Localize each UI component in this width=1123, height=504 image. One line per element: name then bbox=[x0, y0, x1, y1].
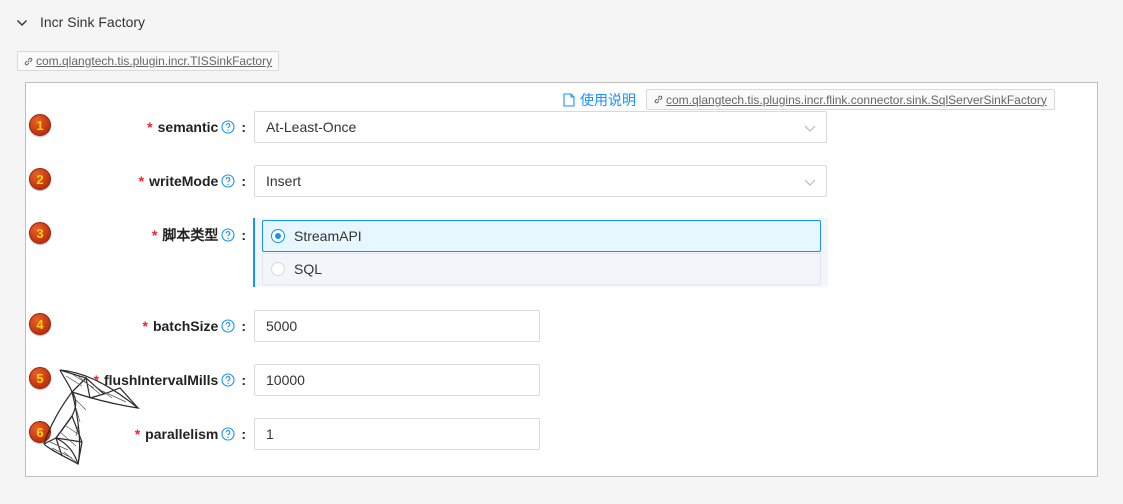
plugin-extension-tag[interactable]: com.qlangtech.tis.plugin.incr.TISSinkFac… bbox=[17, 51, 280, 71]
radio-unchecked-icon[interactable] bbox=[271, 262, 285, 276]
question-circle-icon[interactable] bbox=[221, 427, 235, 441]
write-mode-label-text: writeMode bbox=[149, 173, 219, 189]
radio-option-label: StreamAPI bbox=[294, 228, 362, 244]
batch-size-input[interactable]: 5000 bbox=[254, 310, 540, 342]
write-mode-select[interactable]: Insert bbox=[254, 165, 827, 197]
question-circle-icon[interactable] bbox=[221, 174, 235, 188]
plugin-extension-text[interactable]: com.qlangtech.tis.plugin.incr.TISSinkFac… bbox=[36, 54, 272, 68]
parallelism-input[interactable]: 1 bbox=[254, 418, 540, 450]
link-icon bbox=[654, 95, 663, 104]
script-type-label: * 脚本类型 : bbox=[151, 227, 246, 243]
parallelism-label: * parallelism : bbox=[134, 426, 246, 442]
chevron-down-icon bbox=[804, 125, 816, 132]
script-type-radio-group: StreamAPI SQL bbox=[253, 218, 828, 287]
impl-class-tag[interactable]: com.qlangtech.tis.plugins.incr.flink.con… bbox=[646, 89, 1055, 110]
question-circle-icon[interactable] bbox=[221, 228, 235, 242]
file-icon bbox=[563, 93, 575, 107]
flush-interval-input[interactable]: 10000 bbox=[254, 364, 540, 396]
parallelism-label-text: parallelism bbox=[145, 426, 219, 442]
batch-size-label: * batchSize : bbox=[142, 318, 246, 334]
radio-option-label: SQL bbox=[294, 261, 323, 277]
chevron-down-icon bbox=[804, 179, 816, 186]
collapse-header[interactable]: Incr Sink Factory bbox=[0, 0, 1123, 46]
radio-option-streamapi[interactable]: StreamAPI bbox=[262, 220, 821, 252]
semantic-select-value: At-Least-Once bbox=[266, 119, 357, 135]
step-badge: 4 bbox=[29, 313, 51, 335]
impl-class-text[interactable]: com.qlangtech.tis.plugins.incr.flink.con… bbox=[666, 93, 1047, 107]
write-mode-select-value: Insert bbox=[266, 173, 302, 189]
batch-size-label-text: batchSize bbox=[152, 318, 219, 334]
semantic-select[interactable]: At-Least-Once bbox=[254, 111, 827, 143]
script-type-label-text: 脚本类型 bbox=[162, 227, 219, 243]
write-mode-label: * writeMode : bbox=[138, 173, 246, 189]
semantic-label-text: semantic bbox=[157, 119, 219, 135]
step-badge: 1 bbox=[29, 114, 51, 136]
flush-interval-label: * flushIntervalMills : bbox=[93, 372, 246, 388]
step-badge: 3 bbox=[29, 222, 51, 244]
radio-option-sql[interactable]: SQL bbox=[262, 253, 821, 285]
doc-link[interactable]: 使用说明 bbox=[563, 90, 636, 110]
question-circle-icon[interactable] bbox=[221, 319, 235, 333]
semantic-label: * semantic : bbox=[147, 119, 246, 135]
flush-interval-label-text: flushIntervalMills bbox=[103, 372, 219, 388]
radio-checked-icon[interactable] bbox=[271, 229, 285, 243]
doc-link-label[interactable]: 使用说明 bbox=[580, 90, 636, 110]
step-badge: 2 bbox=[29, 168, 51, 190]
question-circle-icon[interactable] bbox=[221, 373, 235, 387]
link-icon bbox=[24, 57, 33, 65]
chevron-down-icon[interactable] bbox=[16, 17, 28, 29]
collapse-title: Incr Sink Factory bbox=[40, 14, 146, 30]
question-circle-icon[interactable] bbox=[221, 120, 235, 134]
